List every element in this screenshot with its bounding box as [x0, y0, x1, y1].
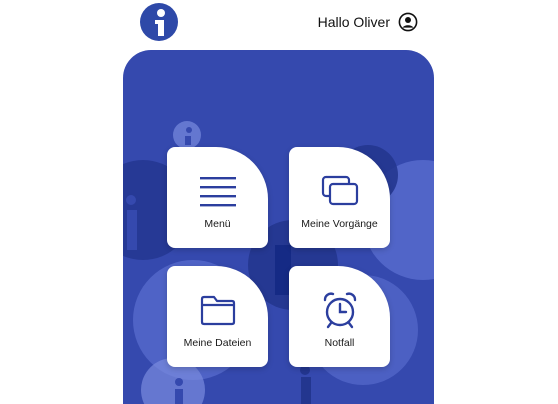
greeting-text: Hallo Oliver	[317, 14, 390, 30]
tile-menu[interactable]: Menü	[167, 147, 268, 248]
info-logo-icon	[140, 3, 178, 41]
tile-emergency-label: Notfall	[324, 337, 355, 349]
tile-my-cases-label: Meine Vorgänge	[301, 218, 378, 230]
main-panel: Menü Meine Vorgänge Meine Dateien Notfal…	[123, 50, 434, 404]
tile-emergency[interactable]: Notfall	[289, 266, 390, 367]
tile-my-cases[interactable]: Meine Vorgänge	[289, 147, 390, 248]
folder-icon	[200, 295, 235, 326]
tile-menu-label: Menü	[204, 218, 231, 230]
tile-my-files[interactable]: Meine Dateien	[167, 266, 268, 367]
user-greeting[interactable]: Hallo Oliver	[318, 12, 418, 32]
user-circle-icon[interactable]	[398, 12, 418, 32]
tile-my-files-label: Meine Dateien	[183, 337, 252, 349]
app-logo[interactable]	[140, 3, 178, 41]
menu-icon	[199, 177, 236, 207]
alarm-clock-icon	[323, 292, 356, 329]
copy-icon	[321, 175, 358, 206]
